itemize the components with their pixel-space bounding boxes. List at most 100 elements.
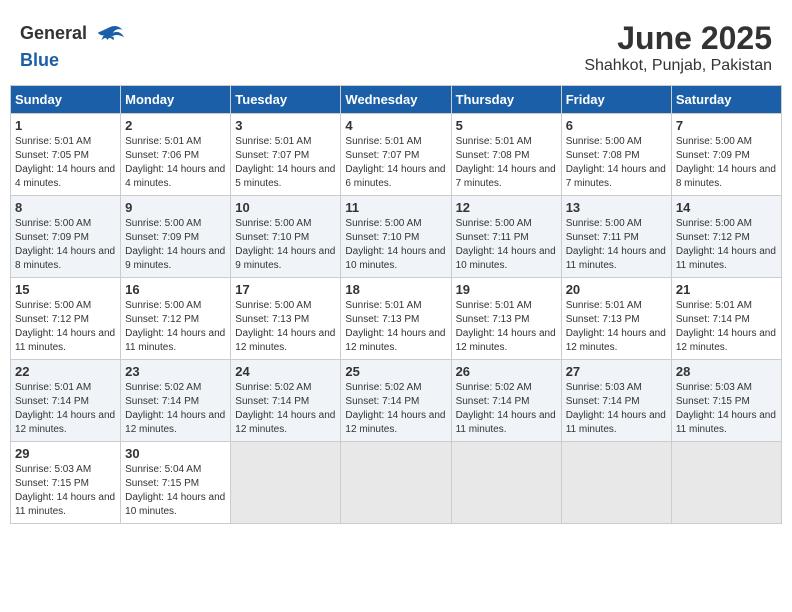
logo-general: General [20,23,87,43]
day-number: 5 [456,118,557,133]
logo-blue: Blue [20,50,59,70]
sunrise-text: Sunrise: 5:01 AM [15,136,91,147]
sunset-text: Sunset: 7:05 PM [15,150,89,161]
cell-info: Sunrise: 5:00 AM Sunset: 7:11 PM Dayligh… [566,217,667,273]
sunset-text: Sunset: 7:14 PM [566,396,640,407]
table-row: 10 Sunrise: 5:00 AM Sunset: 7:10 PM Dayl… [231,196,341,278]
table-row: 28 Sunrise: 5:03 AM Sunset: 7:15 PM Dayl… [671,360,781,442]
day-number: 10 [235,200,336,215]
daylight-text: Daylight: 14 hours and 4 minutes. [15,164,115,189]
table-row: 3 Sunrise: 5:01 AM Sunset: 7:07 PM Dayli… [231,114,341,196]
sunset-text: Sunset: 7:13 PM [566,314,640,325]
cell-info: Sunrise: 5:01 AM Sunset: 7:13 PM Dayligh… [566,299,667,355]
sunset-text: Sunset: 7:13 PM [235,314,309,325]
daylight-text: Daylight: 14 hours and 11 minutes. [566,410,666,435]
logo-bird-icon [94,20,124,50]
table-row: 2 Sunrise: 5:01 AM Sunset: 7:06 PM Dayli… [121,114,231,196]
sunrise-text: Sunrise: 5:01 AM [566,300,642,311]
cell-info: Sunrise: 5:00 AM Sunset: 7:12 PM Dayligh… [15,299,116,355]
sunrise-text: Sunrise: 5:02 AM [125,382,201,393]
sunset-text: Sunset: 7:09 PM [676,150,750,161]
cell-info: Sunrise: 5:01 AM Sunset: 7:07 PM Dayligh… [235,135,336,191]
cell-info: Sunrise: 5:02 AM Sunset: 7:14 PM Dayligh… [345,381,446,437]
cell-info: Sunrise: 5:00 AM Sunset: 7:12 PM Dayligh… [125,299,226,355]
daylight-text: Daylight: 14 hours and 9 minutes. [125,246,225,271]
sunset-text: Sunset: 7:14 PM [676,314,750,325]
daylight-text: Daylight: 14 hours and 8 minutes. [676,164,776,189]
sunrise-text: Sunrise: 5:00 AM [235,300,311,311]
day-number: 22 [15,364,116,379]
sunrise-text: Sunrise: 5:03 AM [676,382,752,393]
table-row: 7 Sunrise: 5:00 AM Sunset: 7:09 PM Dayli… [671,114,781,196]
sunrise-text: Sunrise: 5:00 AM [235,218,311,229]
sunset-text: Sunset: 7:08 PM [456,150,530,161]
day-number: 11 [345,200,446,215]
sunrise-text: Sunrise: 5:01 AM [456,300,532,311]
daylight-text: Daylight: 14 hours and 12 minutes. [456,328,556,353]
cell-info: Sunrise: 5:00 AM Sunset: 7:12 PM Dayligh… [676,217,777,273]
calendar-week-row: 8 Sunrise: 5:00 AM Sunset: 7:09 PM Dayli… [11,196,782,278]
table-row [451,442,561,524]
sunrise-text: Sunrise: 5:02 AM [456,382,532,393]
daylight-text: Daylight: 14 hours and 12 minutes. [235,328,335,353]
cell-info: Sunrise: 5:00 AM Sunset: 7:10 PM Dayligh… [345,217,446,273]
sunrise-text: Sunrise: 5:00 AM [125,218,201,229]
sunrise-text: Sunrise: 5:01 AM [676,300,752,311]
day-number: 3 [235,118,336,133]
day-number: 21 [676,282,777,297]
sunset-text: Sunset: 7:15 PM [15,478,89,489]
col-saturday: Saturday [671,86,781,114]
cell-info: Sunrise: 5:00 AM Sunset: 7:09 PM Dayligh… [125,217,226,273]
table-row: 21 Sunrise: 5:01 AM Sunset: 7:14 PM Dayl… [671,278,781,360]
daylight-text: Daylight: 14 hours and 8 minutes. [15,246,115,271]
table-row: 13 Sunrise: 5:00 AM Sunset: 7:11 PM Dayl… [561,196,671,278]
day-number: 8 [15,200,116,215]
sunrise-text: Sunrise: 5:00 AM [15,218,91,229]
sunset-text: Sunset: 7:14 PM [15,396,89,407]
title-block: June 2025 Shahkot, Punjab, Pakistan [584,20,772,75]
table-row: 1 Sunrise: 5:01 AM Sunset: 7:05 PM Dayli… [11,114,121,196]
cell-info: Sunrise: 5:02 AM Sunset: 7:14 PM Dayligh… [125,381,226,437]
calendar-table: Sunday Monday Tuesday Wednesday Thursday… [10,85,782,524]
sunrise-text: Sunrise: 5:00 AM [456,218,532,229]
daylight-text: Daylight: 14 hours and 12 minutes. [676,328,776,353]
day-number: 20 [566,282,667,297]
calendar-week-row: 15 Sunrise: 5:00 AM Sunset: 7:12 PM Dayl… [11,278,782,360]
daylight-text: Daylight: 14 hours and 12 minutes. [125,410,225,435]
daylight-text: Daylight: 14 hours and 11 minutes. [676,246,776,271]
daylight-text: Daylight: 14 hours and 12 minutes. [345,328,445,353]
sunset-text: Sunset: 7:11 PM [456,232,529,243]
day-number: 2 [125,118,226,133]
day-number: 30 [125,446,226,461]
sunset-text: Sunset: 7:14 PM [125,396,199,407]
sunrise-text: Sunrise: 5:00 AM [125,300,201,311]
sunset-text: Sunset: 7:12 PM [676,232,750,243]
day-number: 6 [566,118,667,133]
table-row: 12 Sunrise: 5:00 AM Sunset: 7:11 PM Dayl… [451,196,561,278]
daylight-text: Daylight: 14 hours and 11 minutes. [456,410,556,435]
table-row: 18 Sunrise: 5:01 AM Sunset: 7:13 PM Dayl… [341,278,451,360]
day-number: 28 [676,364,777,379]
sunrise-text: Sunrise: 5:00 AM [15,300,91,311]
sunset-text: Sunset: 7:13 PM [345,314,419,325]
col-friday: Friday [561,86,671,114]
table-row [671,442,781,524]
daylight-text: Daylight: 14 hours and 11 minutes. [15,492,115,517]
col-sunday: Sunday [11,86,121,114]
daylight-text: Daylight: 14 hours and 11 minutes. [125,328,225,353]
sunset-text: Sunset: 7:09 PM [15,232,89,243]
table-row: 20 Sunrise: 5:01 AM Sunset: 7:13 PM Dayl… [561,278,671,360]
sunrise-text: Sunrise: 5:01 AM [125,136,201,147]
table-row: 17 Sunrise: 5:00 AM Sunset: 7:13 PM Dayl… [231,278,341,360]
table-row: 24 Sunrise: 5:02 AM Sunset: 7:14 PM Dayl… [231,360,341,442]
sunrise-text: Sunrise: 5:00 AM [676,136,752,147]
cell-info: Sunrise: 5:03 AM Sunset: 7:15 PM Dayligh… [15,463,116,519]
sunrise-text: Sunrise: 5:01 AM [15,382,91,393]
day-number: 29 [15,446,116,461]
location-title: Shahkot, Punjab, Pakistan [584,57,772,75]
table-row: 14 Sunrise: 5:00 AM Sunset: 7:12 PM Dayl… [671,196,781,278]
day-number: 19 [456,282,557,297]
cell-info: Sunrise: 5:00 AM Sunset: 7:11 PM Dayligh… [456,217,557,273]
daylight-text: Daylight: 14 hours and 7 minutes. [456,164,556,189]
cell-info: Sunrise: 5:01 AM Sunset: 7:05 PM Dayligh… [15,135,116,191]
